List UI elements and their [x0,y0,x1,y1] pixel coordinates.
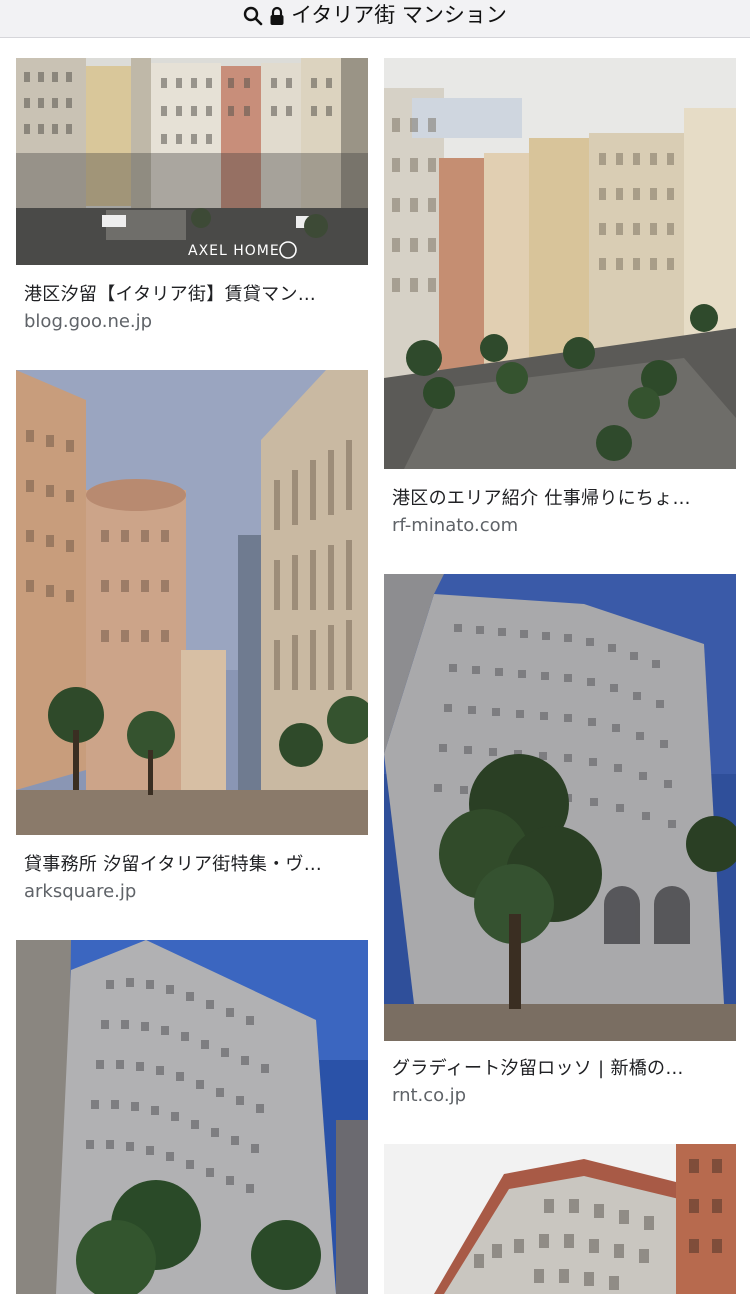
result-title[interactable]: 港区のエリア紹介 仕事帰りにちょ… [392,484,732,510]
result-card[interactable]: 貸事務所 汐留イタリア街特集・ヴ… arksquare.jp [16,370,368,910]
result-title[interactable]: グラディート汐留ロッソ | 新橋の… [392,1054,732,1080]
search-query: イタリア街 マンション [291,3,507,27]
result-card[interactable]: グラディート汐留ロッソ | 新橋の… rnt.co.jp [384,574,736,1114]
result-thumbnail[interactable] [384,1144,736,1294]
search-icon [243,6,263,25]
result-card[interactable] [384,1144,736,1294]
address-bar[interactable]: イタリア街 マンション [0,0,750,38]
result-thumbnail[interactable] [384,58,736,469]
result-card[interactable] [16,940,368,1294]
result-thumbnail[interactable] [384,574,736,1041]
url-display[interactable]: イタリア街 マンション [243,5,507,26]
result-title[interactable]: 港区汐留【イタリア街】賃貸マン… [24,280,364,306]
result-title[interactable]: 貸事務所 汐留イタリア街特集・ヴ… [24,850,364,876]
result-domain: rnt.co.jp [392,1085,467,1106]
watermark-text: AXEL HOME [188,243,280,259]
result-domain: arksquare.jp [24,881,137,902]
result-thumbnail[interactable]: AXEL HOME [16,58,368,265]
result-thumbnail[interactable] [16,940,368,1294]
result-domain: blog.goo.ne.jp [24,311,153,332]
result-card[interactable]: AXEL HOME 港区汐留【イタリア街】賃貸マン… blog.goo.ne.j… [16,58,368,338]
lock-icon [270,6,284,25]
result-domain: rf-minato.com [392,515,519,536]
result-card[interactable]: 港区のエリア紹介 仕事帰りにちょ… rf-minato.com [384,58,736,538]
result-thumbnail[interactable] [16,370,368,835]
